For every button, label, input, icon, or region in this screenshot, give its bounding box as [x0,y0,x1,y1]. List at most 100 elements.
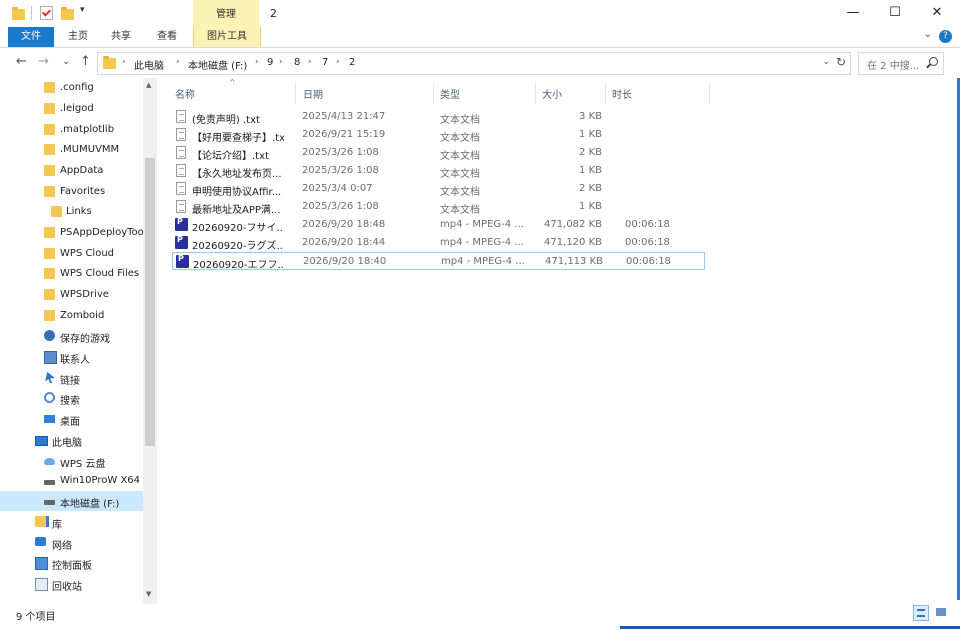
file-date: 2025/3/26 1:08 [302,201,379,212]
scrollbar-thumb[interactable] [145,158,155,446]
new-folder-icon[interactable] [61,7,74,20]
breadcrumb-folder-8[interactable]: 8 [294,57,300,68]
scroll-down-arrow[interactable]: ▼ [146,590,151,598]
breadcrumb-folder-7[interactable]: 7 [322,57,328,68]
nav-item-contacts[interactable]: 联系人 [0,347,143,367]
address-bar[interactable]: › 此电脑 › 本地磁盘 (F:) › 9 › 8 › 7 › 2 ⌄ ↻ [97,52,851,75]
nav-item-wps-cloud-drive[interactable]: WPS 云盘 [0,451,143,471]
breadcrumb-separator[interactable]: › [255,57,259,67]
breadcrumb-separator[interactable]: › [122,57,126,67]
tab-home[interactable]: 主页 [60,27,96,47]
up-button[interactable]: ↑ [80,54,91,69]
nav-item-psappdeploytoolkit[interactable]: PSAppDeployToo [0,223,143,243]
nav-item-appdata[interactable]: AppData [0,161,143,181]
nav-item-library[interactable]: 库 [0,512,143,532]
search-input[interactable]: 在 2 中搜... [858,52,944,75]
column-type[interactable]: 类型 [440,86,460,101]
file-row[interactable]: 【好用要查梯子】.txt 2026/9/21 15:19 文本文档 1 KB [172,126,705,144]
column-divider[interactable] [709,82,710,104]
file-row[interactable]: 最新地址及APP满... 2025/3/26 1:08 文本文档 1 KB [172,198,705,216]
column-divider[interactable] [535,82,536,104]
breadcrumb-separator[interactable]: › [308,57,312,67]
nav-item-mumuvmm[interactable]: .MUMUVMM [0,140,143,160]
nav-item-win10-drive[interactable]: Win10ProW X64 [0,471,143,491]
file-type: mp4 - MPEG-4 ... [441,256,525,267]
maximize-button[interactable]: ☐ [872,0,918,27]
ribbon-collapse-icon[interactable]: ⌄ [924,29,932,40]
breadcrumb-this-pc[interactable]: 此电脑 [134,57,164,72]
context-group-label: 管理 [193,0,259,27]
nav-item-leigod[interactable]: .leigod [0,99,143,119]
back-button[interactable]: ← [16,54,27,69]
nav-item-network[interactable]: 网络 [0,533,143,553]
file-size: 471,113 KB [545,256,603,267]
nav-item-control-panel[interactable]: 控制面板 [0,553,143,573]
nav-item-saved-games[interactable]: 保存的游戏 [0,326,143,346]
file-row[interactable]: 20260920-ラグズ... 2026/9/20 18:44 mp4 - MP… [172,234,705,252]
nav-item-favorites[interactable]: Favorites [0,182,143,202]
file-row[interactable]: 20260920-フサイ... 2026/9/20 18:48 mp4 - MP… [172,216,705,234]
column-divider[interactable] [605,82,606,104]
column-date[interactable]: 日期 [303,86,323,101]
nav-item-label: 库 [52,520,62,531]
nav-item-links-cn[interactable]: 链接 [0,368,143,388]
details-view-icon[interactable] [913,605,929,621]
column-length[interactable]: 时长 [612,86,632,101]
nav-item-zomboid[interactable]: Zomboid [0,306,143,326]
ribbon-tabs: 文件 主页 共享 查看 图片工具 ⌄ ? [0,27,960,48]
nav-item-desktop[interactable]: 桌面 [0,409,143,429]
nav-item-wps-cloud-files[interactable]: WPS Cloud Files [0,264,143,284]
breadcrumb-separator[interactable]: › [279,57,283,67]
nav-item-config[interactable]: .config [0,78,143,98]
nav-item-wps-cloud[interactable]: WPS Cloud [0,244,143,264]
search-icon[interactable] [929,57,938,66]
nav-item-this-pc[interactable]: 此电脑 [0,430,143,450]
column-divider[interactable] [295,82,296,104]
refresh-icon[interactable]: ↻ [836,55,846,69]
nav-item-local-disk-f[interactable]: 本地磁盘 (F:) [0,491,143,511]
nav-item-recycle-bin[interactable]: 回收站 [0,574,143,594]
address-history-dropdown[interactable]: ⌄ [822,57,830,67]
navigation-pane[interactable]: .config .leigod .matplotlib .MUMUVMM App… [0,78,157,604]
tab-share[interactable]: 共享 [103,27,139,47]
file-row-focused[interactable]: 20260920-エフフ... 2026/9/20 18:40 mp4 - MP… [172,252,705,271]
file-size: 3 KB [579,111,602,122]
nav-item-wpsdrive[interactable]: WPSDrive [0,285,143,305]
tab-view[interactable]: 查看 [149,27,185,47]
file-row[interactable]: 【论坛介绍】.txt 2025/3/26 1:08 文本文档 2 KB [172,144,705,162]
breadcrumb-folder-9[interactable]: 9 [267,57,273,68]
nav-pane-scrollbar[interactable]: ▲ ▼ [143,78,157,604]
nav-item-links[interactable]: Links [0,202,143,222]
breadcrumb-drive-f[interactable]: 本地磁盘 (F:) [188,57,247,72]
file-length: 00:06:18 [625,237,670,248]
minimize-button[interactable]: — [830,0,876,27]
breadcrumb-separator[interactable]: › [176,57,180,67]
large-icons-view-icon[interactable] [933,605,949,621]
properties-icon[interactable] [40,6,53,20]
customize-qa-dropdown[interactable]: ▾ [80,5,85,15]
column-size[interactable]: 大小 [542,86,562,101]
help-icon[interactable]: ? [939,30,952,43]
library-icon [35,516,49,527]
file-name: 【论坛介绍】.txt [192,151,269,162]
nav-item-searches[interactable]: 搜索 [0,388,143,408]
file-row[interactable]: (免责声明) .txt 2025/4/13 21:47 文本文档 3 KB [172,108,705,126]
file-list[interactable]: ^ 名称 日期 类型 大小 时长 (免责声明) .txt 2025/4/13 2… [157,78,949,604]
nav-item-matplotlib[interactable]: .matplotlib [0,120,143,140]
forward-button[interactable]: → [38,54,49,69]
tab-file[interactable]: 文件 [8,27,54,47]
file-type: mp4 - MPEG-4 ... [440,219,524,230]
column-divider[interactable] [433,82,434,104]
file-row[interactable]: 【永久地址发布页... 2025/3/26 1:08 文本文档 1 KB [172,162,705,180]
scroll-up-arrow[interactable]: ▲ [146,81,151,89]
tab-picture-tools[interactable]: 图片工具 [193,27,261,47]
breadcrumb-folder-2[interactable]: 2 [349,57,355,68]
column-name[interactable]: 名称 [175,86,195,101]
file-type: 文本文档 [440,205,480,216]
file-type: 文本文档 [440,169,480,180]
file-row[interactable]: 申明使用协议Affir... 2025/3/4 0:07 文本文档 2 KB [172,180,705,198]
close-button[interactable]: ✕ [914,0,960,27]
breadcrumb-separator[interactable]: › [336,57,340,67]
recent-locations-button[interactable]: ⌄ [62,56,70,67]
txt-file-icon [176,110,186,123]
